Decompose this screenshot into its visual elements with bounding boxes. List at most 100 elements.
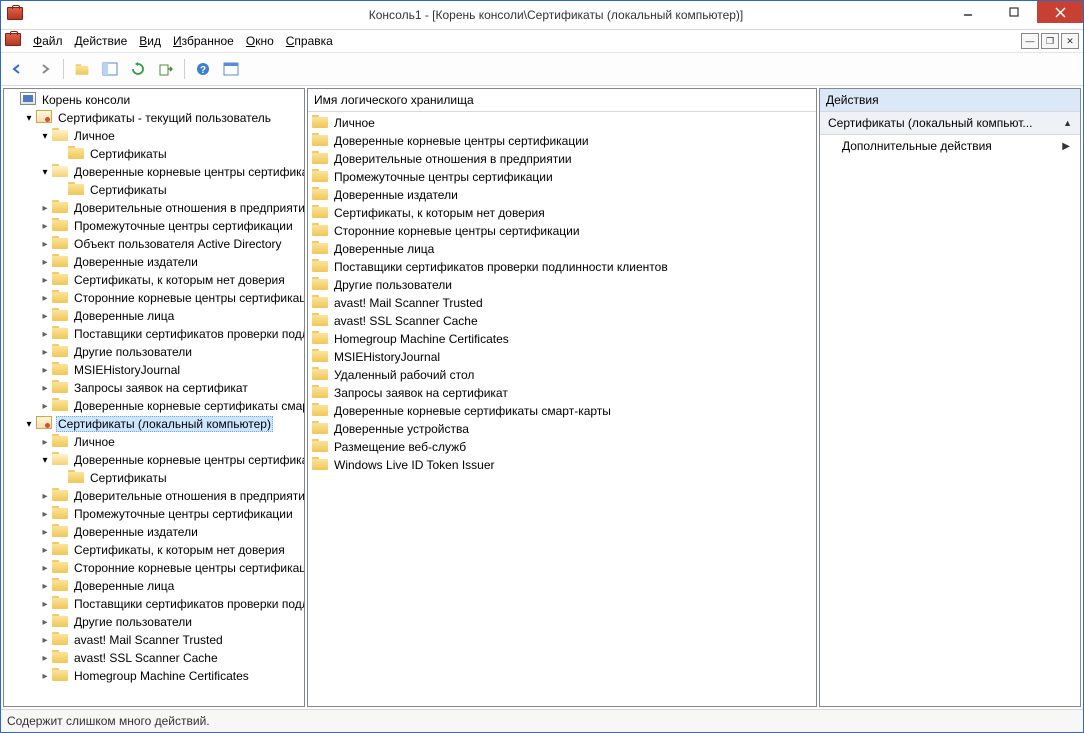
menu-favorites[interactable]: Избранное: [167, 32, 240, 50]
expander-closed-icon[interactable]: ▸: [38, 201, 52, 215]
tree-item[interactable]: ▸Доверенные издатели: [4, 523, 304, 541]
tree-item[interactable]: ▸Поставщики сертификатов проверки подлин…: [4, 595, 304, 613]
menu-help[interactable]: Справка: [280, 32, 339, 50]
back-button[interactable]: [5, 57, 29, 81]
tree-item[interactable]: ▸Личное: [4, 433, 304, 451]
tree-item[interactable]: ▸MSIEHistoryJournal: [4, 361, 304, 379]
tree-item[interactable]: ▸Доверительные отношения в предприятии: [4, 199, 304, 217]
expander-closed-icon[interactable]: ▸: [38, 615, 52, 629]
tree-view[interactable]: Корень консоли▾Сертификаты - текущий пол…: [4, 89, 304, 706]
expander-open-icon[interactable]: ▾: [38, 165, 52, 179]
tree-item[interactable]: Сертификаты: [4, 145, 304, 163]
expander-closed-icon[interactable]: ▸: [38, 291, 52, 305]
menu-action[interactable]: Действие: [69, 32, 134, 50]
expander-closed-icon[interactable]: ▸: [38, 309, 52, 323]
tree-item[interactable]: ▸Доверенные издатели: [4, 253, 304, 271]
expander-closed-icon[interactable]: ▸: [38, 651, 52, 665]
menu-view[interactable]: Вид: [133, 32, 167, 50]
list-item[interactable]: Windows Live ID Token Issuer: [308, 456, 816, 474]
list-item[interactable]: Доверительные отношения в предприятии: [308, 150, 816, 168]
minimize-button[interactable]: [945, 1, 991, 23]
expander-open-icon[interactable]: ▾: [38, 129, 52, 143]
tree-item[interactable]: ▸avast! Mail Scanner Trusted: [4, 631, 304, 649]
expander-closed-icon[interactable]: ▸: [38, 273, 52, 287]
menu-file[interactable]: Файл: [27, 32, 69, 50]
expander-closed-icon[interactable]: ▸: [38, 327, 52, 341]
tree-item[interactable]: ▸Доверенные корневые сертификаты смарт-к…: [4, 397, 304, 415]
expander-open-icon[interactable]: ▾: [22, 111, 36, 125]
tree-item[interactable]: ▸Homegroup Machine Certificates: [4, 667, 304, 685]
menubar-app-icon[interactable]: [5, 33, 21, 49]
expander-open-icon[interactable]: ▾: [38, 453, 52, 467]
tree-item[interactable]: ▾Доверенные корневые центры сертификации: [4, 163, 304, 181]
list-item[interactable]: Размещение веб-служб: [308, 438, 816, 456]
mdi-close-button[interactable]: ✕: [1061, 33, 1079, 49]
list-item[interactable]: Промежуточные центры сертификации: [308, 168, 816, 186]
list-item[interactable]: Удаленный рабочий стол: [308, 366, 816, 384]
list-item[interactable]: Homegroup Machine Certificates: [308, 330, 816, 348]
list-item[interactable]: Другие пользователи: [308, 276, 816, 294]
tree-item[interactable]: Сертификаты: [4, 469, 304, 487]
expander-closed-icon[interactable]: ▸: [38, 399, 52, 413]
tree-item[interactable]: ▸Сертификаты, к которым нет доверия: [4, 541, 304, 559]
tree-item[interactable]: Сертификаты: [4, 181, 304, 199]
expander-closed-icon[interactable]: ▸: [38, 345, 52, 359]
forward-button[interactable]: [33, 57, 57, 81]
expander-closed-icon[interactable]: ▸: [38, 669, 52, 683]
expander-closed-icon[interactable]: ▸: [38, 525, 52, 539]
help-button[interactable]: ?: [191, 57, 215, 81]
tree-item[interactable]: ▸Сторонние корневые центры сертификации: [4, 559, 304, 577]
close-button[interactable]: [1037, 1, 1083, 23]
mdi-minimize-button[interactable]: ―: [1021, 33, 1039, 49]
expander-closed-icon[interactable]: ▸: [38, 381, 52, 395]
list-item[interactable]: Личное: [308, 114, 816, 132]
list-item[interactable]: Запросы заявок на сертификат: [308, 384, 816, 402]
actions-more[interactable]: Дополнительные действия ▶: [820, 135, 1080, 157]
list-item[interactable]: Доверенные корневые центры сертификации: [308, 132, 816, 150]
tree-item[interactable]: ▸Сертификаты, к которым нет доверия: [4, 271, 304, 289]
tree-item[interactable]: ▸Поставщики сертификатов проверки подлин…: [4, 325, 304, 343]
list-item[interactable]: Поставщики сертификатов проверки подлинн…: [308, 258, 816, 276]
list-column-header[interactable]: Имя логического хранилища: [308, 89, 816, 112]
up-button[interactable]: [70, 57, 94, 81]
tree-item[interactable]: ▸Промежуточные центры сертификации: [4, 505, 304, 523]
new-window-button[interactable]: [219, 57, 243, 81]
expander-closed-icon[interactable]: ▸: [38, 489, 52, 503]
export-button[interactable]: [154, 57, 178, 81]
mdi-restore-button[interactable]: ❐: [1041, 33, 1059, 49]
list-item[interactable]: avast! Mail Scanner Trusted: [308, 294, 816, 312]
expander-closed-icon[interactable]: ▸: [38, 543, 52, 557]
list-item[interactable]: Доверенные лица: [308, 240, 816, 258]
list-item[interactable]: avast! SSL Scanner Cache: [308, 312, 816, 330]
tree-item[interactable]: ▸Другие пользователи: [4, 613, 304, 631]
tree-item[interactable]: ▸Промежуточные центры сертификации: [4, 217, 304, 235]
expander-closed-icon[interactable]: ▸: [38, 579, 52, 593]
tree-item[interactable]: ▸Объект пользователя Active Directory: [4, 235, 304, 253]
expander-closed-icon[interactable]: ▸: [38, 507, 52, 521]
tree-item[interactable]: ▾Сертификаты - текущий пользователь: [4, 109, 304, 127]
list-item[interactable]: Доверенные корневые сертификаты смарт-ка…: [308, 402, 816, 420]
tree-item[interactable]: ▾Сертификаты (локальный компьютер): [4, 415, 304, 433]
list-item[interactable]: Доверенные устройства: [308, 420, 816, 438]
expander-open-icon[interactable]: ▾: [22, 417, 36, 431]
actions-group-header[interactable]: Сертификаты (локальный компьют... ▲: [820, 112, 1080, 135]
tree-item[interactable]: ▸Доверенные лица: [4, 577, 304, 595]
list-item[interactable]: Сертификаты, к которым нет доверия: [308, 204, 816, 222]
menu-window[interactable]: Окно: [240, 32, 280, 50]
expander-closed-icon[interactable]: ▸: [38, 633, 52, 647]
list-item[interactable]: MSIEHistoryJournal: [308, 348, 816, 366]
expander-closed-icon[interactable]: ▸: [38, 435, 52, 449]
expander-closed-icon[interactable]: ▸: [38, 237, 52, 251]
list-view[interactable]: ЛичноеДоверенные корневые центры сертифи…: [308, 112, 816, 706]
tree-item[interactable]: ▸Запросы заявок на сертификат: [4, 379, 304, 397]
expander-closed-icon[interactable]: ▸: [38, 219, 52, 233]
refresh-button[interactable]: [126, 57, 150, 81]
list-item[interactable]: Доверенные издатели: [308, 186, 816, 204]
expander-closed-icon[interactable]: ▸: [38, 363, 52, 377]
maximize-button[interactable]: [991, 1, 1037, 23]
list-item[interactable]: Сторонние корневые центры сертификации: [308, 222, 816, 240]
tree-item[interactable]: ▸Сторонние корневые центры сертификации: [4, 289, 304, 307]
expander-closed-icon[interactable]: ▸: [38, 255, 52, 269]
tree-item[interactable]: ▸Доверенные лица: [4, 307, 304, 325]
tree-item[interactable]: Корень консоли: [4, 91, 304, 109]
